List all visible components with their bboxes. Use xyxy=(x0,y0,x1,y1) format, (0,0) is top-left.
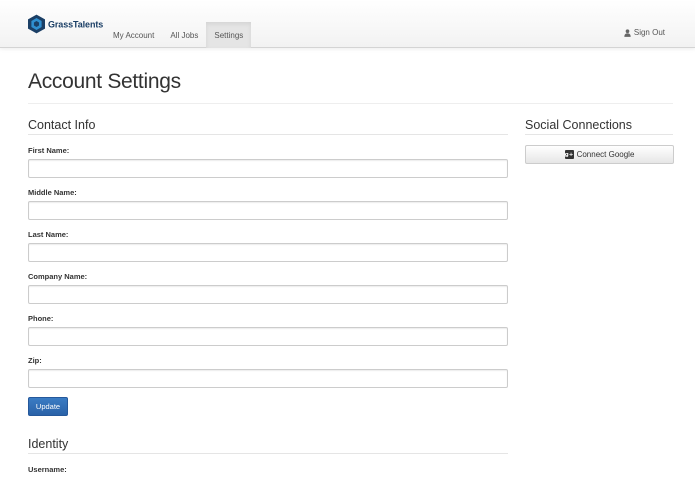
social-connections-heading: Social Connections xyxy=(525,118,673,135)
middle-name-label: Middle Name: xyxy=(28,188,77,197)
zip-input[interactable] xyxy=(28,369,508,388)
last-name-label: Last Name: xyxy=(28,230,69,239)
contact-info-heading: Contact Info xyxy=(28,118,508,135)
page-title: Account Settings xyxy=(28,70,181,93)
phone-label: Phone: xyxy=(28,314,54,323)
zip-label: Zip: xyxy=(28,356,42,365)
company-name-label: Company Name: xyxy=(28,272,88,281)
nav-my-account[interactable]: My Account xyxy=(105,22,162,48)
brand-link[interactable]: GrassTalents xyxy=(28,14,104,34)
top-navbar: GrassTalents My Account All Jobs Setting… xyxy=(0,0,695,48)
grasstalents-logo-icon xyxy=(28,14,45,34)
update-button[interactable]: Update xyxy=(28,397,68,416)
phone-input[interactable] xyxy=(28,327,508,346)
title-divider xyxy=(28,103,673,104)
connect-google-button[interactable]: g+ Connect Google xyxy=(525,145,674,164)
sign-out-link[interactable]: Sign Out xyxy=(624,28,665,37)
main-nav: My Account All Jobs Settings xyxy=(105,22,252,48)
nav-settings-label: Settings xyxy=(214,30,244,40)
sign-out-label: Sign Out xyxy=(633,28,665,37)
nav-my-account-label: My Account xyxy=(113,30,155,40)
brand-name: GrassTalents xyxy=(48,19,104,29)
user-icon xyxy=(624,28,631,37)
nav-all-jobs-label: All Jobs xyxy=(170,30,199,40)
nav-all-jobs[interactable]: All Jobs xyxy=(162,22,206,48)
connect-google-label: Connect Google xyxy=(576,150,635,159)
middle-name-input[interactable] xyxy=(28,201,508,220)
first-name-input[interactable] xyxy=(28,159,508,178)
company-name-input[interactable] xyxy=(28,285,508,304)
username-label: Username: xyxy=(28,465,67,474)
last-name-input[interactable] xyxy=(28,243,508,262)
google-plus-icon: g+ xyxy=(564,150,574,159)
update-button-label: Update xyxy=(35,402,61,411)
nav-settings[interactable]: Settings xyxy=(206,22,252,48)
first-name-label: First Name: xyxy=(28,146,70,155)
identity-heading: Identity xyxy=(28,437,508,454)
